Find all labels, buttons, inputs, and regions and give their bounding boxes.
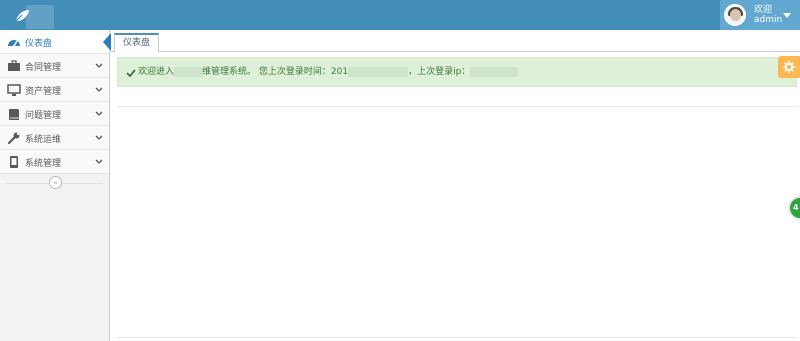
tab-dashboard[interactable]: 仪表盘 xyxy=(114,33,160,53)
sidebar-item-label: 系统运维 xyxy=(25,135,62,145)
sidebar-collapse-row: « xyxy=(0,174,109,192)
sidebar-item-issue[interactable]: 问题管理 xyxy=(0,102,109,126)
divider xyxy=(117,337,797,338)
brand-logo-image xyxy=(26,5,54,29)
monitor-icon xyxy=(7,84,21,96)
sidebar-item-label: 合同管理 xyxy=(25,63,62,73)
redacted-block xyxy=(174,67,203,77)
chevron-down-icon xyxy=(95,135,103,140)
brand-logo[interactable] xyxy=(4,3,54,29)
top-navbar: 欢迎 admin xyxy=(0,0,800,30)
briefcase-icon xyxy=(8,60,20,71)
chevron-down-icon xyxy=(95,63,103,68)
user-greeting: 欢迎 xyxy=(754,5,773,15)
welcome-text-part3: ，上次登录ip： xyxy=(408,67,471,77)
welcome-message: 欢迎进入 维管理系统。 您上次登录时间：201 ，上次登录ip： xyxy=(138,66,519,79)
settings-button[interactable] xyxy=(778,56,800,78)
welcome-text-part1: 欢迎进入 xyxy=(138,67,175,77)
leaf-icon xyxy=(14,10,29,23)
welcome-alert: 欢迎进入 维管理系统。 您上次登录时间：201 ，上次登录ip： xyxy=(117,57,797,87)
sidebar-item-contract[interactable]: 合同管理 xyxy=(0,54,109,78)
sidebar-item-label: 仪表盘 xyxy=(25,39,53,49)
sidebar-item-label: 资产管理 xyxy=(25,87,62,97)
sidebar-item-asset[interactable]: 资产管理 xyxy=(0,78,109,102)
wrench-icon xyxy=(7,132,20,145)
check-icon xyxy=(126,69,136,78)
caret-down-icon xyxy=(783,13,791,18)
sidebar-item-system[interactable]: 系统管理 xyxy=(0,150,109,174)
book-icon xyxy=(9,109,19,120)
sidebar-item-ops[interactable]: 系统运维 xyxy=(0,126,109,150)
sidebar-collapse-button[interactable]: « xyxy=(49,176,62,189)
tab-bar: 仪表盘 xyxy=(111,30,800,53)
chevron-down-icon xyxy=(95,111,103,116)
avatar xyxy=(724,4,746,26)
chevron-down-icon xyxy=(95,159,103,164)
floating-badge[interactable]: 4 xyxy=(788,196,800,220)
dashboard-icon xyxy=(8,40,20,48)
gear-icon xyxy=(783,61,795,73)
user-info: 欢迎 admin xyxy=(754,5,782,25)
chevron-down-icon xyxy=(95,87,103,92)
floating-badge-label: 4 xyxy=(793,203,799,212)
divider xyxy=(117,106,797,107)
sidebar: 仪表盘 合同管理 资产管理 问题管理 系统运维 系统管理 « xyxy=(0,30,111,341)
user-name: admin xyxy=(754,15,783,25)
welcome-text-part2: 维管理系统。 您上次登录时间：201 xyxy=(202,67,349,77)
sidebar-item-label: 问题管理 xyxy=(25,111,62,121)
sidebar-item-label: 系统管理 xyxy=(25,159,62,169)
redacted-block xyxy=(470,67,519,77)
mobile-icon xyxy=(10,156,18,168)
redacted-block xyxy=(348,67,409,77)
sidebar-item-dashboard[interactable]: 仪表盘 xyxy=(0,30,111,54)
user-menu[interactable]: 欢迎 admin xyxy=(720,0,800,30)
